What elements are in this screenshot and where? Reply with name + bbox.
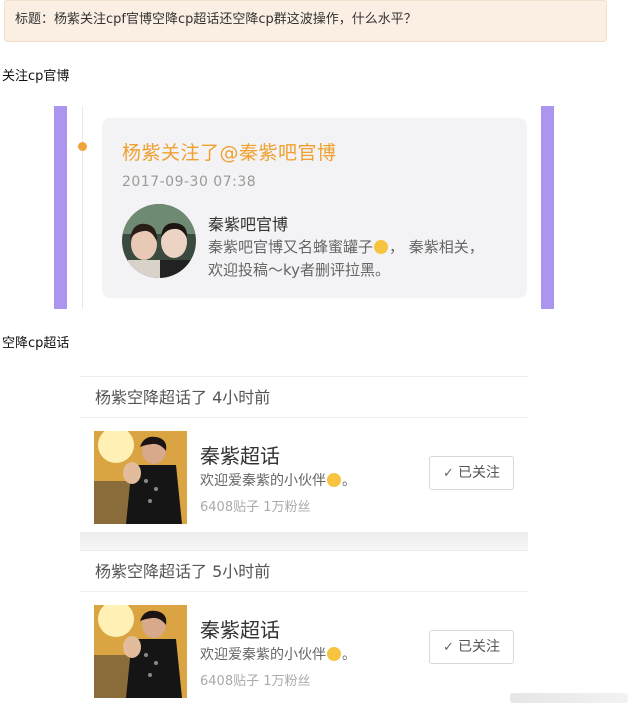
timeline-line: [82, 106, 83, 309]
avatar-image: [122, 204, 196, 278]
supertopic-description: 欢迎爱秦紫的小伙伴。: [200, 470, 356, 490]
account-avatar[interactable]: [122, 204, 196, 278]
supertopic-name[interactable]: 秦紫超话: [200, 614, 280, 643]
card-separator: [80, 532, 528, 550]
followed-button-label: 已关注: [457, 465, 500, 481]
relieved-face-icon: [327, 647, 341, 661]
post-title: 标题：杨紫关注cpf官博空降cp超话还空降cp群这波操作，什么水平？: [4, 0, 607, 42]
followed-button[interactable]: ✓ 已关注: [429, 630, 514, 664]
description-text-1: 秦紫吧官博又名蜂蜜罐子: [208, 238, 374, 256]
relieved-face-icon: [327, 473, 341, 487]
supertopic-thumbnail[interactable]: [94, 431, 187, 524]
follow-bubble[interactable]: 杨紫关注了@秦紫吧官博 2017-09-30 07:38 秦紫吧官博 秦紫吧官博…: [102, 118, 527, 298]
followed-button[interactable]: ✓ 已关注: [429, 456, 514, 490]
account-name[interactable]: 秦紫吧官博: [208, 211, 288, 235]
supertopic-description-end: 。: [342, 647, 356, 663]
supertopic-card: 杨紫空降超话了 5小时前 秦紫超话 欢迎爱秦紫的小伙伴。 6408贴子 1万粉丝…: [80, 550, 528, 707]
thumbnail-image: [94, 431, 187, 524]
section-label-supertopic: 空降cp超话: [2, 336, 70, 351]
timeline-dot: [78, 142, 87, 151]
right-accent-bar: [541, 106, 554, 309]
description-text-3: 欢迎投稿～ky者删评拉黑。: [208, 261, 391, 279]
relieved-face-icon: [374, 240, 389, 254]
follow-timestamp: 2017-09-30 07:38: [122, 174, 257, 190]
supertopic-card: 杨紫空降超话了 4小时前 秦紫超话 欢迎爱秦紫的小伙伴。 6408贴子 1万粉丝…: [80, 376, 528, 533]
blurred-watermark: [510, 693, 628, 703]
supertopic-header: 杨紫空降超话了 5小时前: [80, 551, 528, 592]
left-accent-bar: [54, 106, 67, 309]
followed-button-label: 已关注: [457, 639, 500, 655]
checkmark-icon: ✓: [443, 466, 454, 481]
section-label-follow: 关注cp官博: [2, 69, 70, 84]
thumbnail-image: [94, 605, 187, 698]
supertopic-body[interactable]: 秦紫超话 欢迎爱秦紫的小伙伴。 6408贴子 1万粉丝 ✓ 已关注: [80, 592, 528, 707]
follow-headline[interactable]: 杨紫关注了@秦紫吧官博: [122, 138, 337, 165]
supertopic-description: 欢迎爱秦紫的小伙伴。: [200, 644, 356, 664]
supertopic-stats: 6408贴子 1万粉丝: [200, 500, 311, 515]
description-text-2: ， 秦紫相关，: [389, 238, 484, 256]
supertopic-thumbnail[interactable]: [94, 605, 187, 698]
account-description: 秦紫吧官博又名蜂蜜罐子 ， 秦紫相关， 欢迎投稿～ky者删评拉黑。: [208, 236, 513, 282]
supertopic-header: 杨紫空降超话了 4小时前: [80, 377, 528, 418]
supertopic-description-text: 欢迎爱秦紫的小伙伴: [200, 473, 326, 489]
follow-card: 杨紫关注了@秦紫吧官博 2017-09-30 07:38 秦紫吧官博 秦紫吧官博…: [54, 106, 554, 309]
supertopic-description-text: 欢迎爱秦紫的小伙伴: [200, 647, 326, 663]
supertopic-name[interactable]: 秦紫超话: [200, 440, 280, 469]
supertopic-stats: 6408贴子 1万粉丝: [200, 674, 311, 689]
checkmark-icon: ✓: [443, 640, 454, 655]
supertopic-description-end: 。: [342, 473, 356, 489]
supertopic-body[interactable]: 秦紫超话 欢迎爱秦紫的小伙伴。 6408贴子 1万粉丝 ✓ 已关注: [80, 418, 528, 533]
